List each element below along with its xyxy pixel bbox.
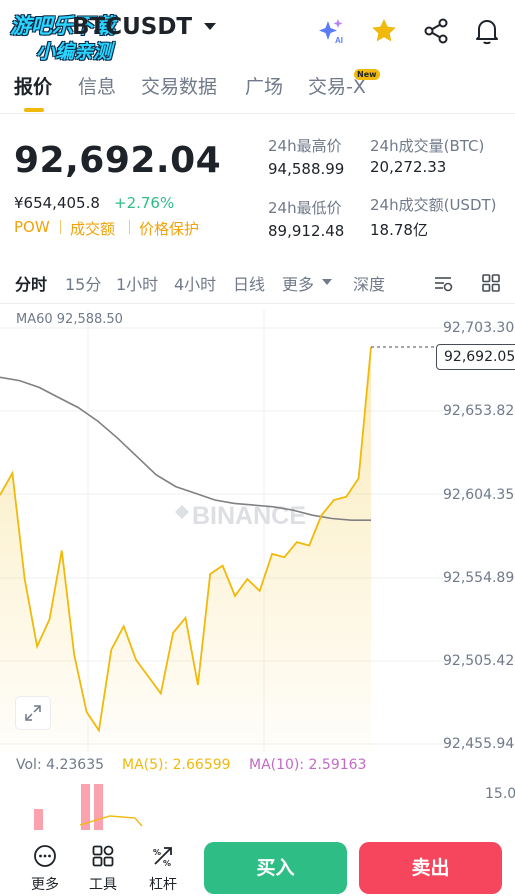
low-label: 24h最低价: [268, 199, 342, 217]
watermark-line2: 小编亲测: [36, 41, 113, 63]
vol-usdt-value: 18.78亿: [370, 221, 428, 239]
more-label: 更多: [31, 877, 59, 893]
main-tabs: 报价 信息 交易数据 广场 交易-X New: [0, 66, 515, 114]
header-bar: 游吧乐下载 小编亲测 BTCUSDT AI: [0, 0, 515, 63]
share-icon[interactable]: [421, 16, 451, 46]
cny-price: ¥654,405.8: [14, 194, 100, 212]
tag-price-protection[interactable]: 价格保护: [139, 218, 199, 239]
low-value: 89,912.48: [268, 222, 345, 240]
tab-active-indicator: [24, 108, 44, 112]
star-icon[interactable]: [369, 16, 399, 46]
tag-divider: [60, 220, 61, 234]
svg-text:AI: AI: [335, 36, 343, 45]
y-tick-label: 92,554.89: [443, 570, 515, 586]
ma60-label: MA60 92,588.50: [16, 312, 123, 327]
interval-1h[interactable]: 1小时: [116, 271, 158, 295]
price-chart[interactable]: BINANCE: [0, 305, 515, 755]
bottom-action-bar: 更多 工具 % % 杠杆 买入 卖出: [0, 830, 515, 896]
volume-label: Vol: 4.23635: [16, 757, 105, 773]
tab-info[interactable]: 信息: [78, 72, 116, 99]
tools-grid-icon: [92, 845, 114, 867]
indicator-settings-icon[interactable]: [432, 272, 454, 294]
y-tick-label: 92,455.94: [443, 736, 515, 752]
new-badge: New: [354, 69, 380, 80]
ma60-line: [0, 376, 371, 522]
high-value: 94,588.99: [268, 160, 345, 178]
y-tick-label: 92,604.35: [443, 487, 515, 503]
tab-square[interactable]: 广场: [245, 72, 283, 99]
vol-usdt-label: 24h成交额(USDT): [370, 196, 497, 214]
leverage-label: 杠杆: [149, 877, 177, 893]
binance-watermark: BINANCE: [175, 502, 306, 530]
tag-turnover[interactable]: 成交额: [70, 218, 115, 239]
svg-text:%: %: [163, 859, 171, 868]
interval-depth[interactable]: 深度: [353, 271, 385, 295]
price-area-fill: [0, 347, 371, 752]
tab-quote[interactable]: 报价: [14, 72, 52, 99]
price-change: +2.76%: [114, 194, 175, 212]
high-label: 24h最高价: [268, 137, 342, 155]
svg-text:%: %: [153, 848, 161, 857]
volume-ma5-label: MA(5): 2.66599: [122, 757, 231, 773]
ai-sparkle-icon[interactable]: AI: [316, 16, 346, 46]
last-price-tag: 92,692.05: [436, 344, 515, 370]
vol-btc-value: 20,272.33: [370, 158, 447, 176]
tag-pow[interactable]: POW: [14, 218, 50, 236]
leverage-button[interactable]: % % 杠杆: [138, 830, 188, 896]
more-dots-icon: [34, 845, 56, 867]
tag-divider: [129, 220, 130, 234]
vol-btc-label: 24h成交量(BTC): [370, 137, 485, 155]
interval-bar: 分时 15分 1小时 4小时 日线 更多 深度: [0, 266, 515, 304]
more-button[interactable]: 更多: [20, 830, 70, 896]
last-price: 92,692.04: [14, 140, 222, 181]
volume-bar: [94, 784, 103, 830]
leverage-icon: % %: [153, 847, 172, 868]
buy-button[interactable]: 买入: [204, 842, 347, 894]
interval-15m[interactable]: 15分: [65, 271, 101, 295]
expand-icon: [25, 705, 41, 721]
volume-bars: [34, 784, 143, 830]
y-tick-label: 92,505.42: [443, 653, 515, 669]
watermark-text: BINANCE: [192, 502, 306, 530]
chevron-down-icon[interactable]: [204, 23, 216, 30]
pair-selector[interactable]: BTCUSDT: [72, 14, 192, 40]
grid-layout-icon[interactable]: [480, 272, 502, 294]
volume-bar: [34, 809, 43, 830]
volume-ma10-label: MA(10): 2.59163: [249, 757, 367, 773]
tab-trading-data[interactable]: 交易数据: [141, 72, 217, 99]
y-tick-label: 92,703.30: [443, 320, 515, 336]
interval-1d[interactable]: 日线: [233, 271, 265, 295]
fullscreen-button[interactable]: [15, 696, 51, 730]
bell-icon[interactable]: [472, 16, 502, 46]
interval-timeline[interactable]: 分时: [15, 271, 47, 295]
interval-more[interactable]: 更多: [282, 271, 314, 295]
sell-button[interactable]: 卖出: [359, 842, 502, 894]
interval-4h[interactable]: 4小时: [174, 271, 216, 295]
y-tick-label: 92,653.82: [443, 403, 515, 419]
tools-button[interactable]: 工具: [78, 830, 128, 896]
chevron-down-icon[interactable]: [322, 279, 332, 285]
tools-label: 工具: [89, 877, 117, 893]
